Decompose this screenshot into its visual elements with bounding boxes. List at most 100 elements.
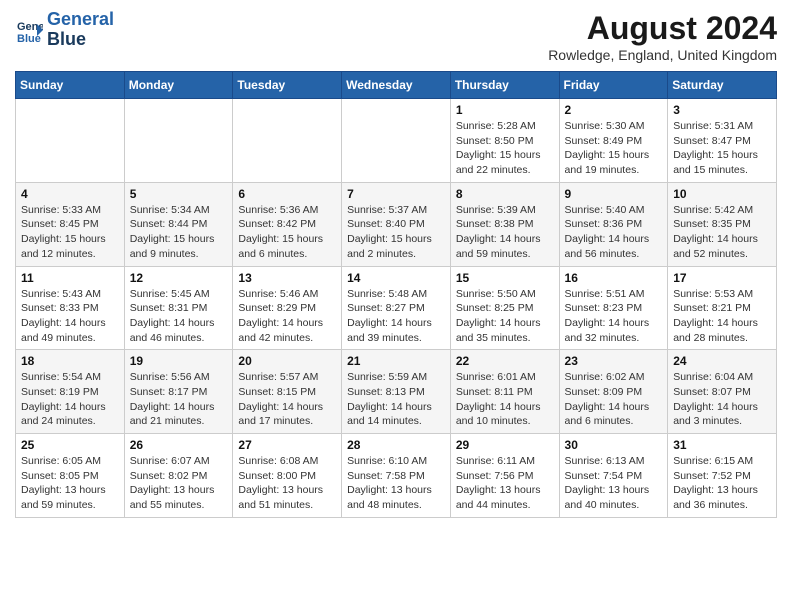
day-info: Sunrise: 6:07 AM Sunset: 8:02 PM Dayligh… bbox=[130, 454, 228, 513]
calendar-cell: 2Sunrise: 5:30 AM Sunset: 8:49 PM Daylig… bbox=[559, 99, 668, 183]
calendar-cell: 6Sunrise: 5:36 AM Sunset: 8:42 PM Daylig… bbox=[233, 182, 342, 266]
day-number: 15 bbox=[456, 271, 554, 285]
day-info: Sunrise: 6:05 AM Sunset: 8:05 PM Dayligh… bbox=[21, 454, 119, 513]
day-number: 21 bbox=[347, 354, 445, 368]
day-info: Sunrise: 6:08 AM Sunset: 8:00 PM Dayligh… bbox=[238, 454, 336, 513]
calendar-cell: 15Sunrise: 5:50 AM Sunset: 8:25 PM Dayli… bbox=[450, 266, 559, 350]
weekday-header-wednesday: Wednesday bbox=[342, 72, 451, 99]
calendar-cell: 29 Sunrise: 6:11 AM Sunset: 7:56 PM Dayli… bbox=[450, 434, 559, 518]
day-number: 12 bbox=[130, 271, 228, 285]
calendar-cell: 17Sunrise: 5:53 AM Sunset: 8:21 PM Dayli… bbox=[668, 266, 777, 350]
day-info: Sunrise: 6:10 AM Sunset: 7:58 PM Dayligh… bbox=[347, 454, 445, 513]
day-info: Sunrise: 5:37 AM Sunset: 8:40 PM Dayligh… bbox=[347, 203, 445, 262]
calendar-cell bbox=[342, 99, 451, 183]
day-number: 13 bbox=[238, 271, 336, 285]
calendar-cell: 20 Sunrise: 5:57 AM Sunset: 8:15 PM Dayli… bbox=[233, 350, 342, 434]
weekday-header-thursday: Thursday bbox=[450, 72, 559, 99]
main-title: August 2024 bbox=[548, 10, 777, 47]
day-number: 22 bbox=[456, 354, 554, 368]
day-number: 25 bbox=[21, 438, 119, 452]
logo-blue: Blue bbox=[47, 30, 114, 50]
day-info: Sunrise: 5:40 AM Sunset: 8:36 PM Dayligh… bbox=[565, 203, 663, 262]
calendar-cell: 13Sunrise: 5:46 AM Sunset: 8:29 PM Dayli… bbox=[233, 266, 342, 350]
day-number: 27 bbox=[238, 438, 336, 452]
day-number: 28 bbox=[347, 438, 445, 452]
day-number: 9 bbox=[565, 187, 663, 201]
calendar-cell bbox=[233, 99, 342, 183]
day-info: Sunrise: 5:30 AM Sunset: 8:49 PM Dayligh… bbox=[565, 119, 663, 178]
day-number: 11 bbox=[21, 271, 119, 285]
title-area: August 2024 Rowledge, England, United Ki… bbox=[548, 10, 777, 63]
day-info: Sunrise: 6:11 AM Sunset: 7:56 PM Dayligh… bbox=[456, 454, 554, 513]
week-row-4: 18 Sunrise: 5:54 AM Sunset: 8:19 PM Dayli… bbox=[16, 350, 777, 434]
calendar-cell: 5 Sunrise: 5:34 AM Sunset: 8:44 PM Daylig… bbox=[124, 182, 233, 266]
calendar-cell: 16Sunrise: 5:51 AM Sunset: 8:23 PM Dayli… bbox=[559, 266, 668, 350]
calendar-cell: 22 Sunrise: 6:01 AM Sunset: 8:11 PM Dayli… bbox=[450, 350, 559, 434]
day-number: 4 bbox=[21, 187, 119, 201]
day-number: 26 bbox=[130, 438, 228, 452]
calendar-cell: 19 Sunrise: 5:56 AM Sunset: 8:17 PM Dayli… bbox=[124, 350, 233, 434]
calendar-cell: 30 Sunrise: 6:13 AM Sunset: 7:54 PM Dayli… bbox=[559, 434, 668, 518]
calendar-cell: 8Sunrise: 5:39 AM Sunset: 8:38 PM Daylig… bbox=[450, 182, 559, 266]
day-info: Sunrise: 5:45 AM Sunset: 8:31 PM Dayligh… bbox=[130, 287, 228, 346]
day-info: Sunrise: 5:43 AM Sunset: 8:33 PM Dayligh… bbox=[21, 287, 119, 346]
weekday-header-friday: Friday bbox=[559, 72, 668, 99]
day-number: 29 bbox=[456, 438, 554, 452]
calendar-cell: 18 Sunrise: 5:54 AM Sunset: 8:19 PM Dayli… bbox=[16, 350, 125, 434]
weekday-header-tuesday: Tuesday bbox=[233, 72, 342, 99]
day-info: Sunrise: 6:01 AM Sunset: 8:11 PM Dayligh… bbox=[456, 370, 554, 429]
day-info: Sunrise: 5:54 AM Sunset: 8:19 PM Dayligh… bbox=[21, 370, 119, 429]
week-row-2: 4Sunrise: 5:33 AM Sunset: 8:45 PM Daylig… bbox=[16, 182, 777, 266]
day-info: Sunrise: 5:42 AM Sunset: 8:35 PM Dayligh… bbox=[673, 203, 771, 262]
weekday-header-monday: Monday bbox=[124, 72, 233, 99]
day-info: Sunrise: 6:15 AM Sunset: 7:52 PM Dayligh… bbox=[673, 454, 771, 513]
day-info: Sunrise: 5:53 AM Sunset: 8:21 PM Dayligh… bbox=[673, 287, 771, 346]
weekday-header-saturday: Saturday bbox=[668, 72, 777, 99]
calendar-cell: 25 Sunrise: 6:05 AM Sunset: 8:05 PM Dayli… bbox=[16, 434, 125, 518]
day-number: 23 bbox=[565, 354, 663, 368]
calendar-cell: 3 Sunrise: 5:31 AM Sunset: 8:47 PM Daylig… bbox=[668, 99, 777, 183]
day-info: Sunrise: 5:31 AM Sunset: 8:47 PM Dayligh… bbox=[673, 119, 771, 178]
day-number: 1 bbox=[456, 103, 554, 117]
header: General Blue General Blue August 2024 Ro… bbox=[15, 10, 777, 63]
week-row-5: 25 Sunrise: 6:05 AM Sunset: 8:05 PM Dayli… bbox=[16, 434, 777, 518]
subtitle: Rowledge, England, United Kingdom bbox=[548, 47, 777, 63]
calendar-cell: 4Sunrise: 5:33 AM Sunset: 8:45 PM Daylig… bbox=[16, 182, 125, 266]
calendar-cell: 21 Sunrise: 5:59 AM Sunset: 8:13 PM Dayli… bbox=[342, 350, 451, 434]
calendar-cell bbox=[16, 99, 125, 183]
calendar-cell: 12 Sunrise: 5:45 AM Sunset: 8:31 PM Dayli… bbox=[124, 266, 233, 350]
calendar-cell: 9 Sunrise: 5:40 AM Sunset: 8:36 PM Daylig… bbox=[559, 182, 668, 266]
day-info: Sunrise: 5:28 AM Sunset: 8:50 PM Dayligh… bbox=[456, 119, 554, 178]
calendar-table: SundayMondayTuesdayWednesdayThursdayFrid… bbox=[15, 71, 777, 518]
calendar-cell: 26 Sunrise: 6:07 AM Sunset: 8:02 PM Dayli… bbox=[124, 434, 233, 518]
day-info: Sunrise: 6:13 AM Sunset: 7:54 PM Dayligh… bbox=[565, 454, 663, 513]
calendar-cell: 24 Sunrise: 6:04 AM Sunset: 8:07 PM Dayli… bbox=[668, 350, 777, 434]
calendar-cell: 10 Sunrise: 5:42 AM Sunset: 8:35 PM Dayli… bbox=[668, 182, 777, 266]
day-number: 18 bbox=[21, 354, 119, 368]
day-info: Sunrise: 5:57 AM Sunset: 8:15 PM Dayligh… bbox=[238, 370, 336, 429]
day-number: 5 bbox=[130, 187, 228, 201]
day-number: 7 bbox=[347, 187, 445, 201]
calendar-cell bbox=[124, 99, 233, 183]
day-info: Sunrise: 5:34 AM Sunset: 8:44 PM Dayligh… bbox=[130, 203, 228, 262]
day-number: 24 bbox=[673, 354, 771, 368]
logo-general: General bbox=[47, 10, 114, 30]
day-number: 19 bbox=[130, 354, 228, 368]
calendar-cell: 7 Sunrise: 5:37 AM Sunset: 8:40 PM Daylig… bbox=[342, 182, 451, 266]
calendar-cell: 28 Sunrise: 6:10 AM Sunset: 7:58 PM Dayli… bbox=[342, 434, 451, 518]
day-info: Sunrise: 6:04 AM Sunset: 8:07 PM Dayligh… bbox=[673, 370, 771, 429]
day-info: Sunrise: 5:59 AM Sunset: 8:13 PM Dayligh… bbox=[347, 370, 445, 429]
logo: General Blue General Blue bbox=[15, 10, 114, 50]
day-info: Sunrise: 5:48 AM Sunset: 8:27 PM Dayligh… bbox=[347, 287, 445, 346]
day-number: 20 bbox=[238, 354, 336, 368]
calendar-cell: 27 Sunrise: 6:08 AM Sunset: 8:00 PM Dayli… bbox=[233, 434, 342, 518]
day-number: 31 bbox=[673, 438, 771, 452]
day-number: 3 bbox=[673, 103, 771, 117]
day-info: Sunrise: 5:56 AM Sunset: 8:17 PM Dayligh… bbox=[130, 370, 228, 429]
calendar-cell: 23 Sunrise: 6:02 AM Sunset: 8:09 PM Dayli… bbox=[559, 350, 668, 434]
day-number: 30 bbox=[565, 438, 663, 452]
calendar-cell: 31 Sunrise: 6:15 AM Sunset: 7:52 PM Dayli… bbox=[668, 434, 777, 518]
day-info: Sunrise: 5:39 AM Sunset: 8:38 PM Dayligh… bbox=[456, 203, 554, 262]
day-info: Sunrise: 6:02 AM Sunset: 8:09 PM Dayligh… bbox=[565, 370, 663, 429]
day-number: 10 bbox=[673, 187, 771, 201]
